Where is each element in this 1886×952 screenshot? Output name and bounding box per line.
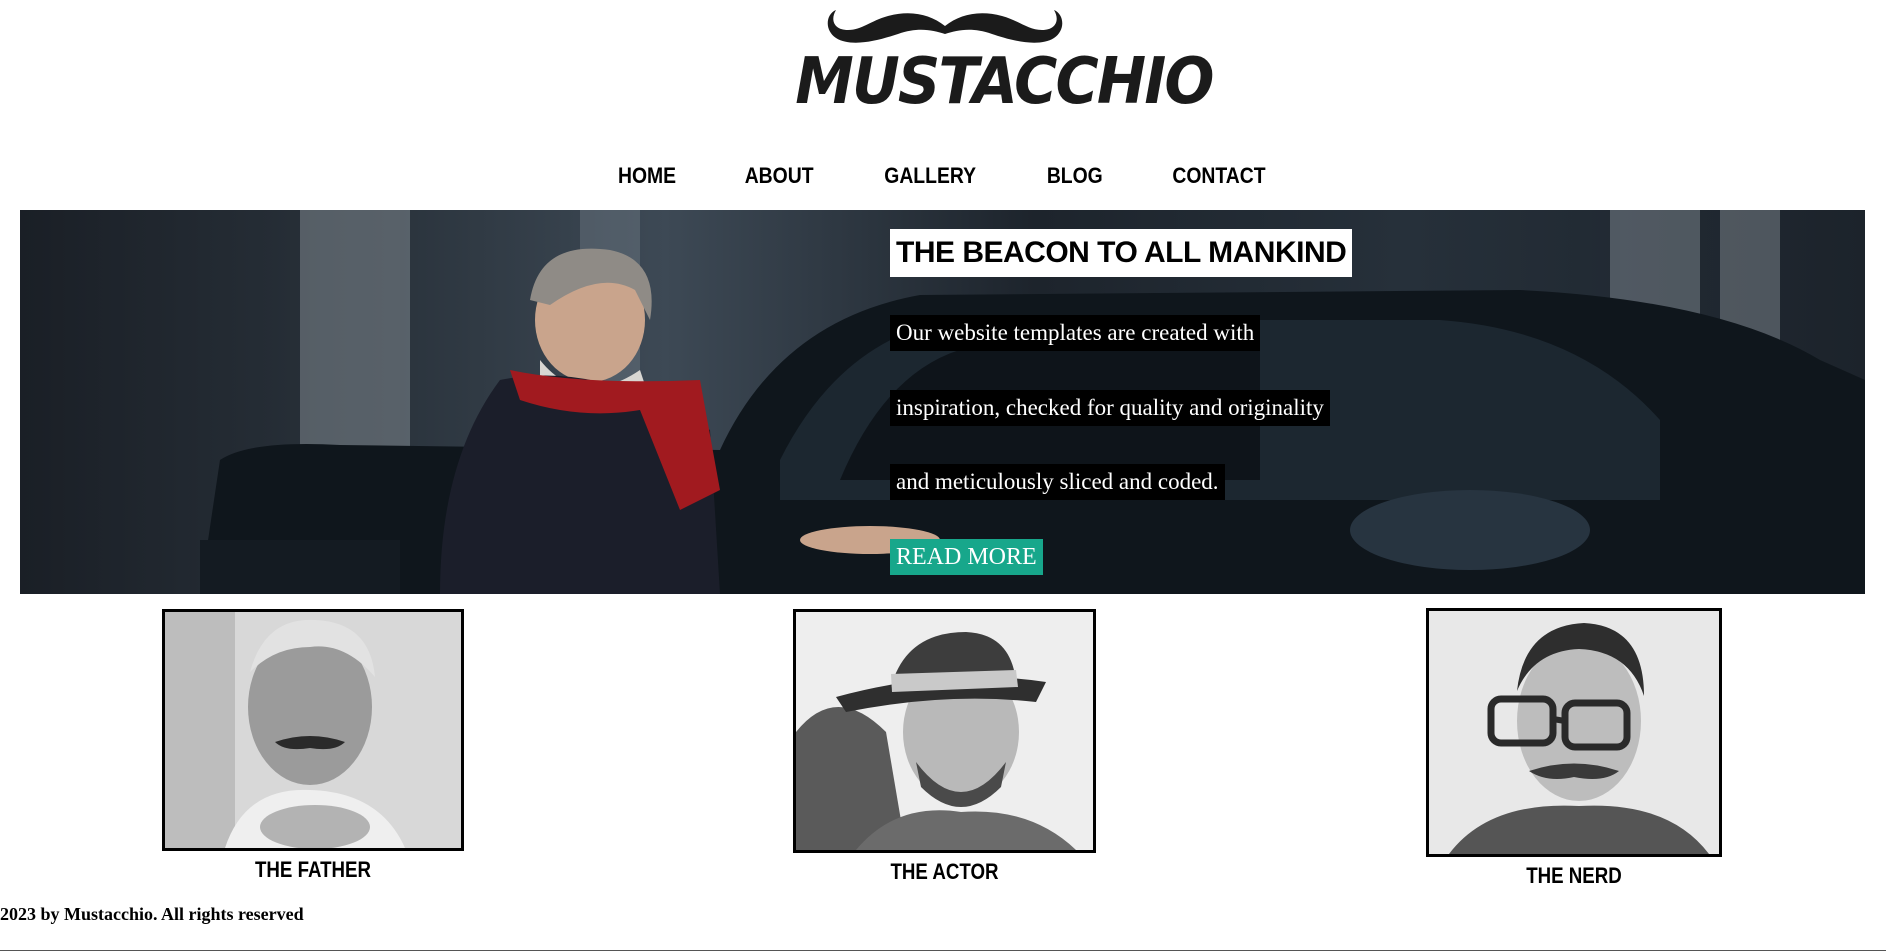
- portrait-image: [162, 609, 464, 851]
- nav-item-about[interactable]: ABOUT: [745, 163, 814, 189]
- nav-item-contact[interactable]: CONTACT: [1172, 163, 1265, 189]
- card-the-actor[interactable]: THE ACTOR: [793, 609, 1096, 889]
- card-caption: THE FATHER: [254, 857, 371, 882]
- nav-item-gallery[interactable]: GALLERY: [884, 163, 976, 189]
- footer-copyright: 2023 by Mustacchio. All rights reserved: [0, 904, 304, 924]
- hero-banner: THE BEACON TO ALL MANKIND Our website te…: [20, 210, 1865, 594]
- hero-description-line: inspiration, checked for quality and ori…: [890, 390, 1330, 426]
- brand-name: MUSTACCHIO: [795, 45, 1214, 119]
- hero-title: THE BEACON TO ALL MANKIND: [890, 229, 1353, 277]
- portrait-image: [793, 609, 1096, 853]
- portrait-image: [1426, 608, 1722, 857]
- card-caption: THE NERD: [1526, 863, 1622, 888]
- card-the-nerd[interactable]: THE NERD: [1426, 608, 1722, 893]
- hero-description-line: Our website templates are created with: [890, 315, 1261, 351]
- card-the-father[interactable]: THE FATHER: [162, 609, 464, 889]
- nav-item-blog[interactable]: BLOG: [1046, 163, 1102, 189]
- card-caption: THE ACTOR: [890, 859, 999, 884]
- hero-description-line: and meticulously sliced and coded.: [890, 464, 1225, 500]
- read-more-button[interactable]: READ MORE: [890, 539, 1043, 575]
- mustache-icon: [827, 10, 1063, 43]
- nav-item-home[interactable]: HOME: [618, 163, 676, 189]
- site-logo[interactable]: MUSTACCHIO: [770, 0, 1214, 124]
- footer-divider: [0, 950, 1886, 951]
- main-nav: HOME ABOUT GALLERY BLOG CONTACT: [0, 158, 1886, 194]
